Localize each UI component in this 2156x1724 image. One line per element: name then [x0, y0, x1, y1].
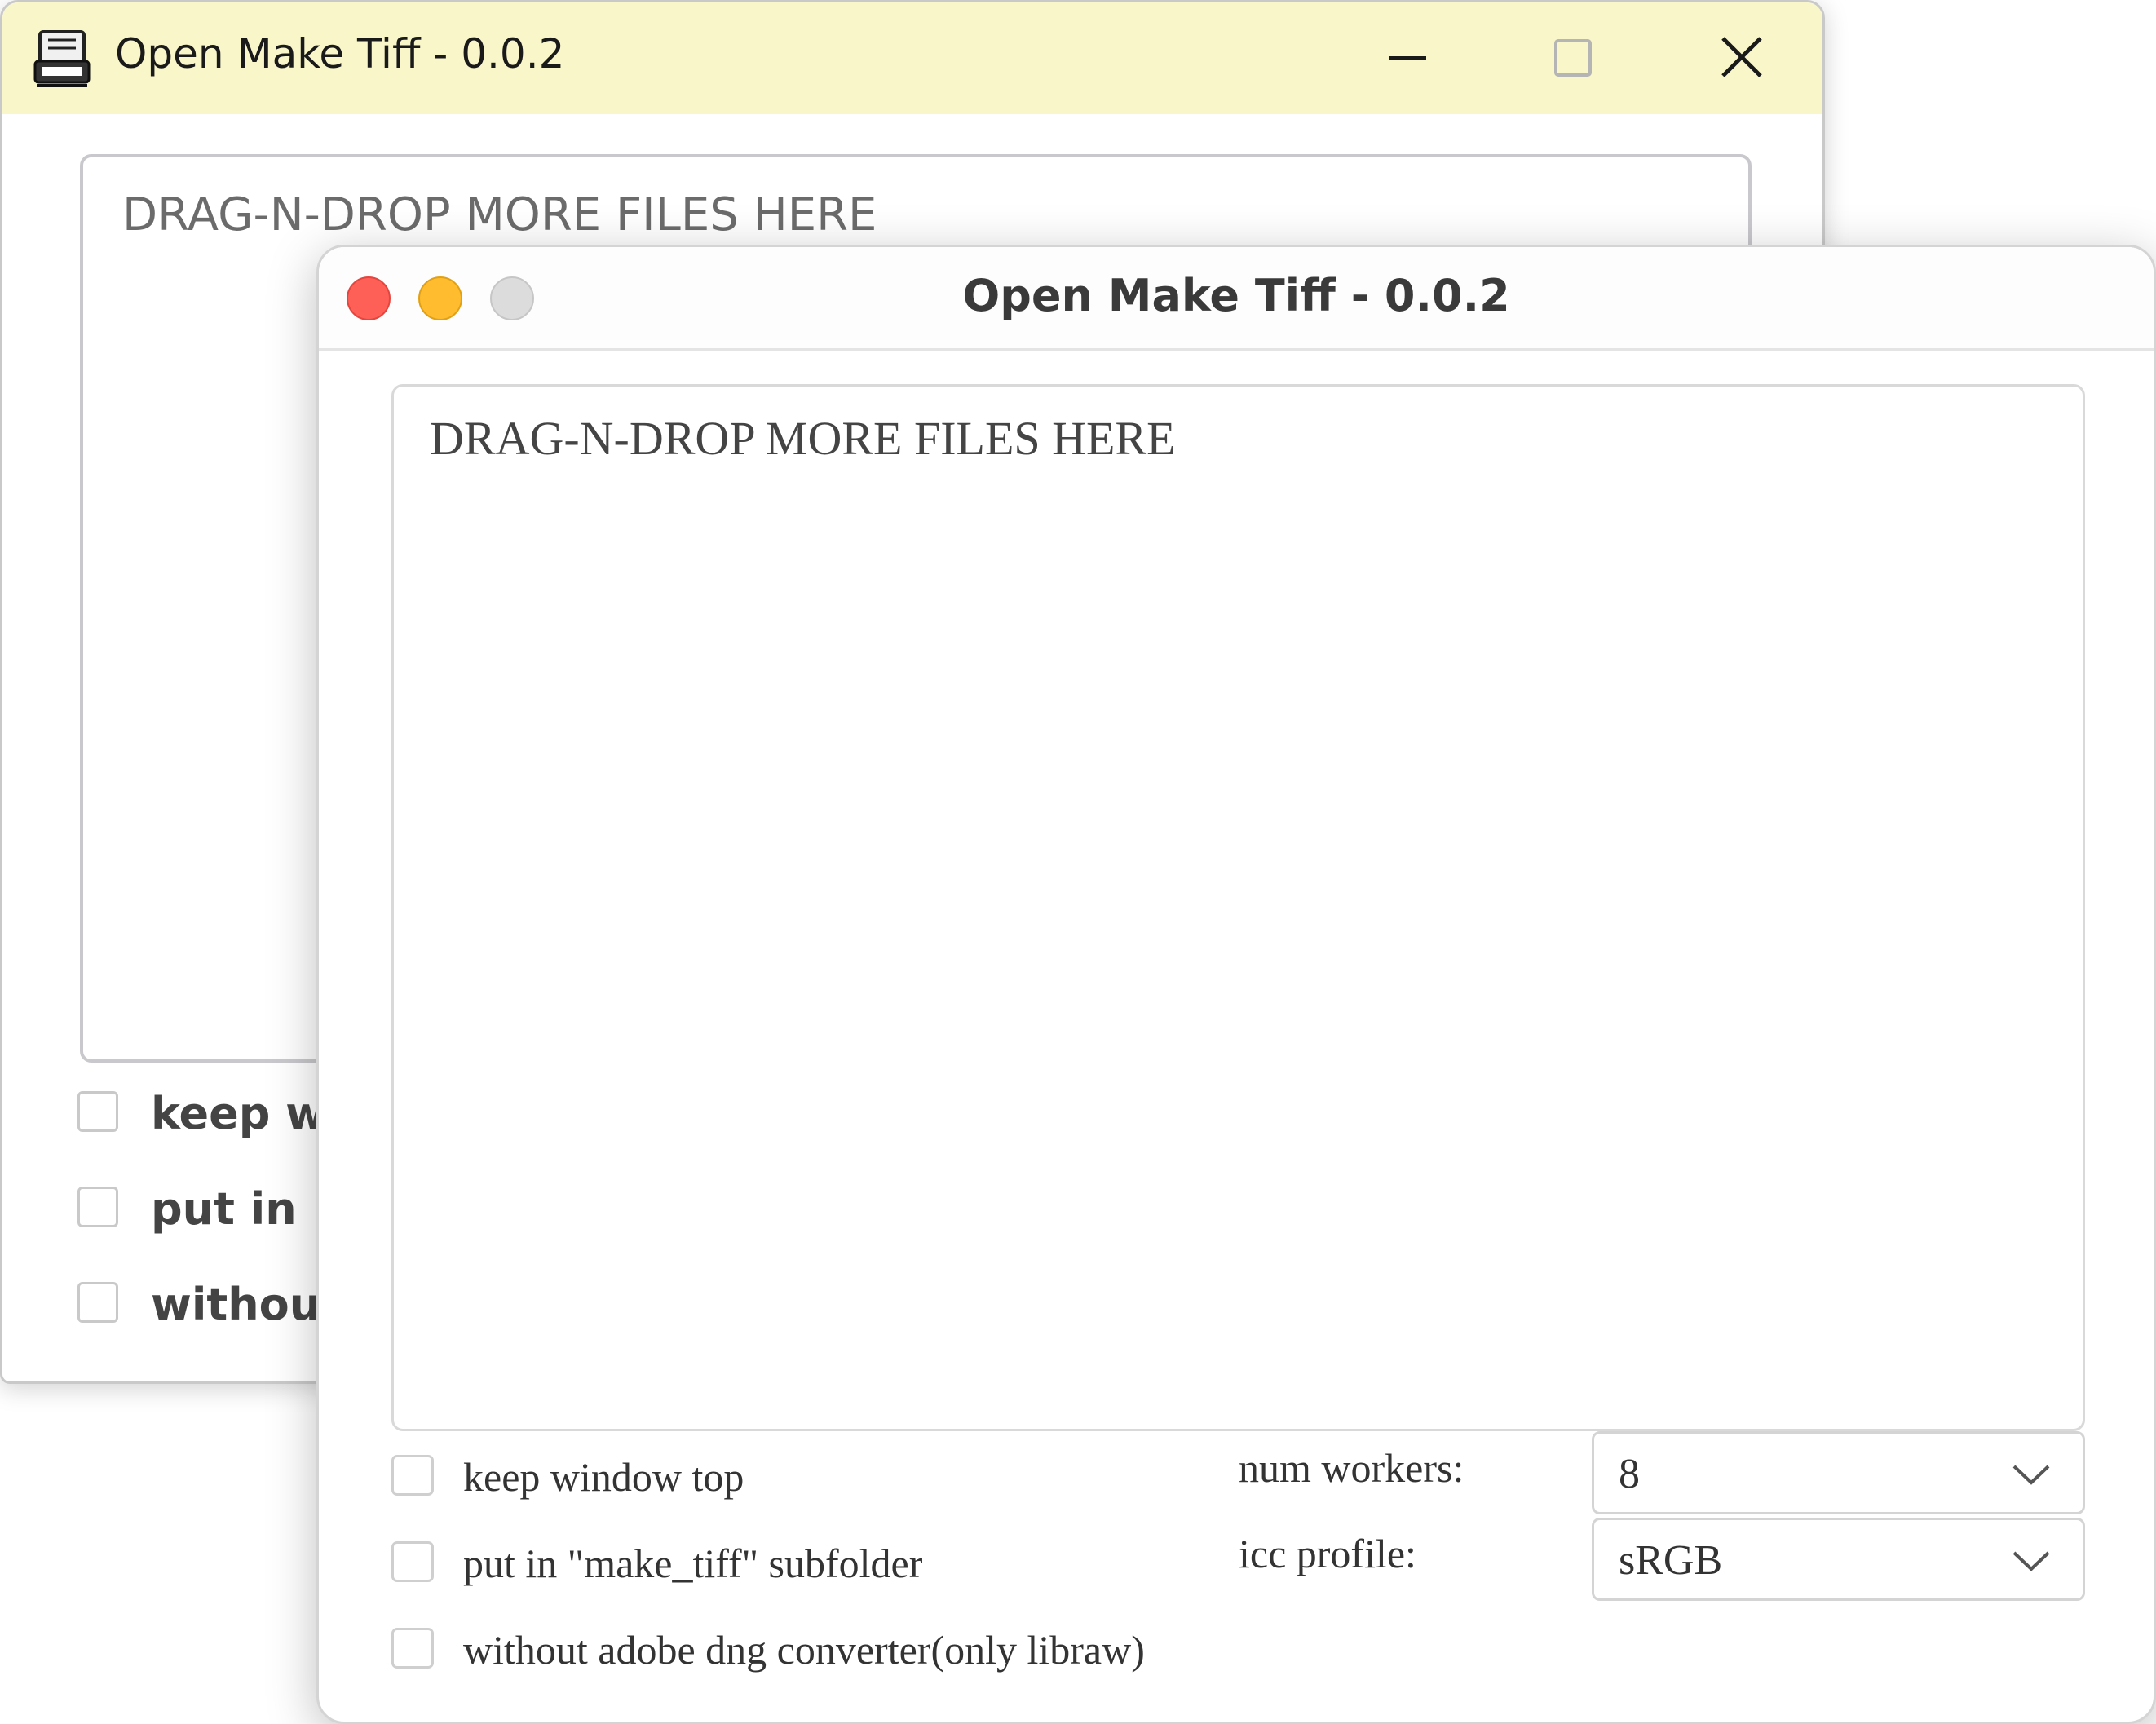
minimize-icon	[1389, 56, 1426, 60]
back-window-title: Open Make Tiff - 0.0.2	[115, 30, 565, 77]
checkbox-without-dng[interactable]	[391, 1628, 434, 1669]
chevron-down-icon	[2012, 1465, 2050, 1485]
checkbox-label-subfolder: put in "make_tiff" subfolder	[463, 1541, 923, 1586]
back-checkbox-label: keep wi	[151, 1088, 342, 1139]
back-checkbox-without-dng[interactable]	[77, 1282, 118, 1323]
back-drop-zone-text: DRAG-N-DROP MORE FILES HERE	[122, 188, 877, 241]
minimize-button[interactable]	[1363, 20, 1452, 95]
close-icon	[1721, 37, 1762, 77]
back-window-titlebar[interactable]: Open Make Tiff - 0.0.2	[2, 2, 1822, 114]
icc-profile-label: icc profile:	[1239, 1531, 1416, 1576]
checkbox-label-keep-window-top: keep window top	[463, 1454, 744, 1500]
drop-zone-text: DRAG-N-DROP MORE FILES HERE	[430, 412, 1176, 465]
close-button[interactable]	[1697, 20, 1787, 95]
checkbox-keep-window-top[interactable]	[391, 1455, 434, 1496]
back-checkbox-subfolder[interactable]	[77, 1187, 118, 1227]
front-window-titlebar[interactable]: Open Make Tiff - 0.0.2	[319, 247, 2154, 351]
chevron-down-icon	[2012, 1551, 2050, 1571]
icc-profile-value: sRGB	[1619, 1537, 1723, 1584]
num-workers-label: num workers:	[1239, 1445, 1465, 1491]
maximize-icon	[1554, 39, 1592, 77]
back-checkbox-label: without	[151, 1279, 342, 1330]
maximize-button[interactable]	[1527, 20, 1617, 95]
front-window: Open Make Tiff - 0.0.2 DRAG-N-DROP MORE …	[316, 245, 2156, 1724]
checkbox-subfolder[interactable]	[391, 1541, 434, 1582]
back-checkbox-keep-window-top[interactable]	[77, 1091, 118, 1132]
icc-profile-select[interactable]: sRGB	[1592, 1518, 2085, 1601]
front-window-title: Open Make Tiff - 0.0.2	[962, 270, 1510, 321]
num-workers-select[interactable]: 8	[1592, 1431, 2085, 1514]
num-workers-value: 8	[1619, 1451, 1640, 1497]
app-icon	[32, 29, 94, 89]
drop-zone[interactable]: DRAG-N-DROP MORE FILES HERE	[391, 384, 2085, 1431]
checkbox-label-without-dng: without adobe dng converter(only libraw)	[463, 1627, 1145, 1673]
